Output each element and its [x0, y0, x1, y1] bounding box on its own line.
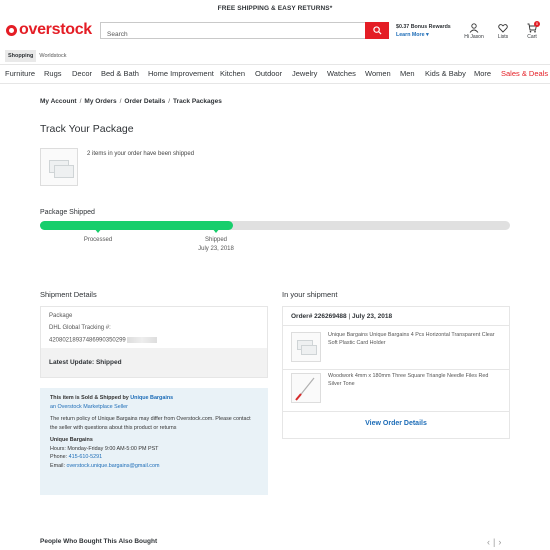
nav-sales-deals[interactable]: Sales & Deals: [501, 65, 548, 83]
site-header: overstock $0.37 Bonus Rewards Learn More…: [0, 17, 550, 47]
shipped-items-thumbnail: [40, 148, 78, 186]
nav-kitchen[interactable]: Kitchen: [220, 65, 245, 83]
latest-update: Latest Update: Shipped: [41, 348, 267, 377]
breadcrumb-order-details[interactable]: Order Details: [124, 98, 165, 105]
shipment-card: Order# 226269488 | July 23, 2018 Unique …: [282, 306, 510, 439]
shipped-step-marker: [212, 228, 220, 233]
nav-bed-bath[interactable]: Bed & Bath: [101, 65, 139, 83]
nav-outdoor[interactable]: Outdoor: [255, 65, 282, 83]
return-policy-text: The return policy of Unique Bargains may…: [50, 416, 251, 431]
item-name[interactable]: Unique Bargains Unique Bargains 4 Pcs Ho…: [328, 332, 503, 347]
item-divider: [283, 369, 509, 370]
nav-more[interactable]: More: [474, 65, 491, 83]
package-label: Package: [49, 313, 73, 319]
shipment-details-title: Shipment Details: [40, 290, 97, 299]
tracking-number[interactable]: 42080218937486990350299: [49, 337, 157, 344]
lists-button[interactable]: Lists: [495, 23, 511, 40]
breadcrumb-track-packages: Track Packages: [173, 98, 222, 105]
tracking-progress-bar: [40, 221, 510, 230]
seller-email: Email: overstock.unique.bargains@gmail.c…: [50, 462, 160, 469]
cart-button[interactable]: 0 Cart: [524, 21, 540, 40]
contact-name: Unique Bargains: [50, 437, 93, 443]
also-bought-title: People Who Bought This Also Bought: [40, 538, 158, 545]
category-nav: Furniture Rugs Decor Bed & Bath Home Imp…: [0, 64, 550, 84]
nav-jewelry[interactable]: Jewelry: [292, 65, 317, 83]
order-number: Order# 226269488: [291, 313, 347, 320]
search-box: [100, 22, 389, 42]
nav-kids-baby[interactable]: Kids & Baby: [425, 65, 466, 83]
heart-icon: [498, 24, 508, 33]
step-shipped-label: Shipped: [204, 237, 228, 243]
seller-phone-link[interactable]: 415-610-5291: [69, 454, 103, 460]
promo-banner[interactable]: FREE SHIPPING & EASY RETURNS*: [0, 0, 550, 17]
in-shipment-title: In your shipment: [282, 290, 338, 299]
item-divider: [283, 411, 509, 412]
breadcrumb: My Account / My Orders / Order Details / Track…: [40, 98, 222, 105]
seller-hours: Hours: Monday-Friday 9:00 AM-5:00 PM PST: [50, 445, 159, 452]
tab-shopping[interactable]: Shopping: [5, 50, 37, 62]
breadcrumb-my-orders[interactable]: My Orders: [84, 98, 116, 105]
store-tabs: Shopping Worldstock: [5, 50, 69, 62]
item-name[interactable]: Woodwork 4mm x 180mm Three Square Triang…: [328, 373, 503, 388]
item-thumbnail[interactable]: [291, 332, 321, 362]
cart-label: Cart: [527, 34, 537, 40]
cart-count-badge: 0: [534, 21, 540, 27]
nav-decor[interactable]: Decor: [72, 65, 92, 83]
needle-file-image: [295, 377, 315, 401]
step-processed-label: Processed: [83, 237, 113, 243]
carrier-label: DHL Global Tracking #:: [49, 325, 111, 331]
bonus-rewards-title: $0.37 Bonus Rewards: [396, 24, 451, 30]
bonus-rewards[interactable]: $0.37 Bonus Rewards Learn More ▾: [396, 23, 451, 39]
page-title: Track Your Package: [40, 123, 134, 135]
redacted-text: [126, 337, 157, 343]
nav-men[interactable]: Men: [400, 65, 415, 83]
items-shipped-message: 2 items in your order have been shipped: [87, 151, 195, 157]
logo-mark-icon: [6, 24, 17, 36]
view-order-details-link[interactable]: View Order Details: [283, 420, 509, 427]
seller-phone: Phone: 415-610-5291: [50, 454, 103, 460]
chevron-right-icon[interactable]: ›: [498, 537, 504, 547]
search-icon: [372, 26, 382, 35]
item-thumbnail[interactable]: [291, 373, 321, 403]
logo-text: overstock: [19, 21, 92, 38]
account-button[interactable]: Hi Jason: [463, 23, 485, 40]
user-icon: [469, 23, 479, 33]
nav-home-improvement[interactable]: Home Improvement: [148, 65, 214, 83]
order-header: Order# 226269488 | July 23, 2018: [283, 307, 509, 326]
overstock-logo[interactable]: overstock: [6, 21, 92, 38]
seller-email-link[interactable]: overstock.unique.bargains@gmail.com: [66, 463, 159, 469]
search-input[interactable]: [101, 27, 389, 42]
lists-label: Lists: [497, 34, 509, 40]
tracking-progress-fill: [40, 221, 233, 230]
step-shipped-date: July 23, 2018: [198, 246, 234, 252]
shipment-item[interactable]: Unique Bargains Unique Bargains 4 Pcs Ho…: [291, 332, 503, 366]
sold-by-line: This item is Sold & Shipped by Unique Ba…: [50, 395, 174, 401]
account-label: Hi Jason: [464, 34, 484, 40]
tab-worldstock[interactable]: Worldstock: [36, 50, 69, 62]
nav-women[interactable]: Women: [365, 65, 391, 83]
seller-name-link[interactable]: Unique Bargains: [130, 395, 173, 401]
carousel-pager: ‹|›: [487, 537, 504, 547]
nav-watches[interactable]: Watches: [327, 65, 356, 83]
order-date: July 23, 2018: [351, 313, 393, 320]
nav-furniture[interactable]: Furniture: [5, 65, 35, 83]
processed-step-marker: [94, 228, 102, 233]
marketplace-seller-link[interactable]: an Overstock Marketplace Seller: [50, 403, 258, 412]
seller-info: This item is Sold & Shipped by Unique Ba…: [40, 388, 268, 495]
breadcrumb-my-account[interactable]: My Account: [40, 98, 77, 105]
search-button[interactable]: [365, 22, 389, 39]
nav-rugs[interactable]: Rugs: [44, 65, 62, 83]
learn-more-link[interactable]: Learn More ▾: [396, 32, 429, 38]
package-status-label: Package Shipped: [40, 209, 95, 216]
shipment-item[interactable]: Woodwork 4mm x 180mm Three Square Triang…: [291, 373, 503, 407]
tracking-number-text: 42080218937486990350299: [49, 337, 126, 344]
package-card: Package DHL Global Tracking #: 420802189…: [40, 306, 268, 378]
